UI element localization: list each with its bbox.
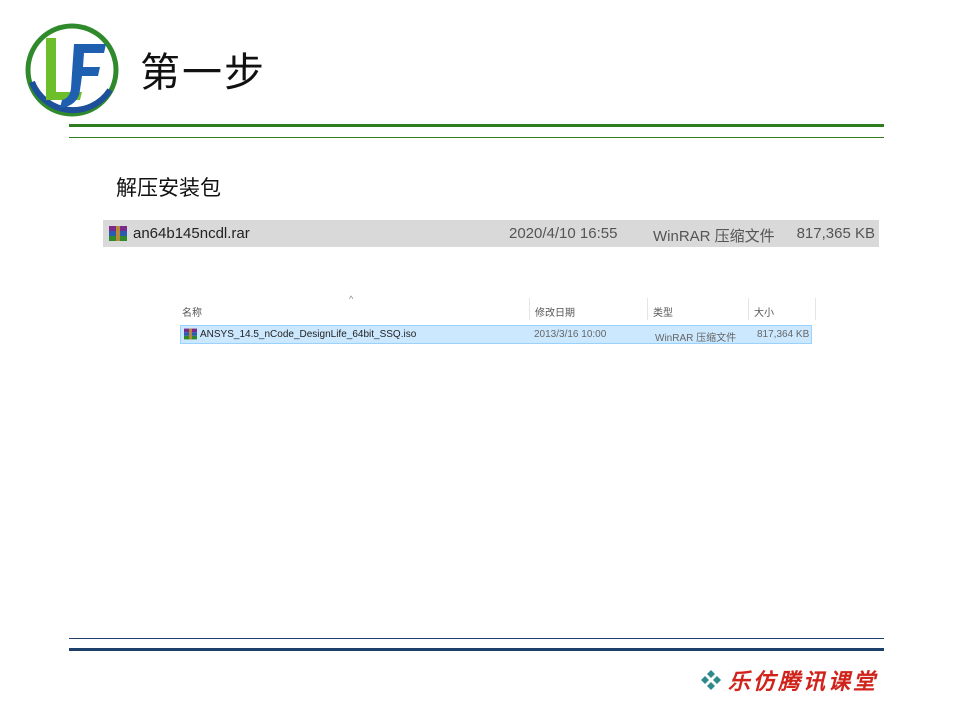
column-divider[interactable]: [748, 298, 749, 320]
file-name: ANSYS_14.5_nCode_DesignLife_64bit_SSQ.is…: [200, 329, 417, 340]
column-divider[interactable]: [529, 298, 530, 320]
archive-file-name: an64b145ncdl.rar: [133, 225, 250, 242]
file-size: 817,364 KB: [757, 329, 810, 340]
diamond-cluster-icon: [700, 670, 721, 690]
column-header-modified[interactable]: 修改日期: [535, 304, 575, 319]
bottom-divider-thick: [69, 648, 884, 651]
sort-ascending-icon: ^: [349, 294, 354, 304]
top-divider-thick: [69, 124, 884, 127]
column-header-size[interactable]: 大小: [754, 304, 774, 319]
winrar-archive-icon: [184, 328, 197, 340]
top-divider-thin: [69, 137, 884, 138]
file-modified: 2013/3/16 10:00: [534, 329, 607, 340]
column-header-name[interactable]: 名称: [182, 304, 202, 319]
file-type: WinRAR 压缩文件: [655, 333, 737, 344]
archive-file-type: WinRAR 压缩文件: [653, 228, 775, 245]
file-explorer-list: ^ 名称 修改日期 类型 大小 ANSYS_14.5_nCode_DesignL…: [178, 294, 818, 356]
step-subtitle: 解压安装包: [116, 176, 221, 200]
lf-logo: [25, 23, 119, 117]
brand-footer: 乐仿腾讯课堂: [700, 664, 878, 696]
file-list-row-selected[interactable]: ANSYS_14.5_nCode_DesignLife_64bit_SSQ.is…: [180, 325, 812, 344]
archive-file-modified: 2020/4/10 16:55: [509, 225, 618, 242]
column-header-row: ^ 名称 修改日期 类型 大小: [178, 294, 818, 322]
bottom-divider-thin: [69, 638, 884, 639]
column-divider[interactable]: [647, 298, 648, 320]
page-title: 第一步: [140, 50, 266, 96]
archive-file-size: 817,365 KB: [796, 225, 875, 242]
column-header-type[interactable]: 类型: [653, 304, 673, 319]
archive-file-row[interactable]: an64b145ncdl.rar 2020/4/10 16:55 WinRAR …: [103, 220, 879, 247]
winrar-archive-icon: [109, 226, 127, 241]
column-divider[interactable]: [815, 298, 816, 320]
brand-name: 乐仿腾讯课堂: [727, 669, 878, 695]
